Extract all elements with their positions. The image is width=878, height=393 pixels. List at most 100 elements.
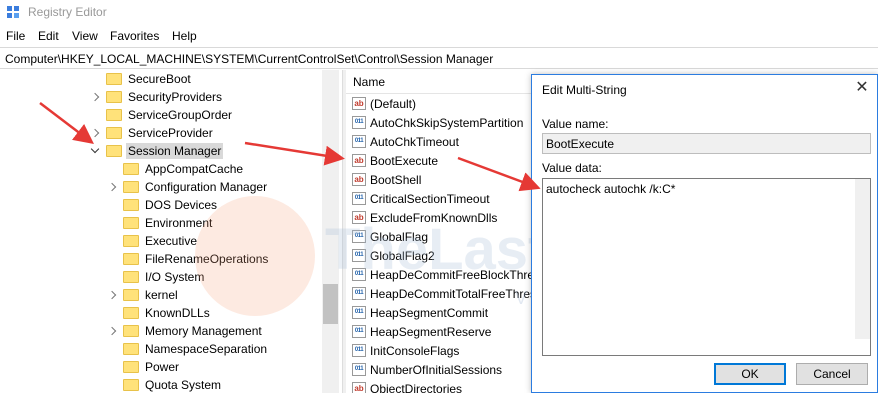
value-row[interactable]: 011 InitConsoleFlags — [352, 341, 459, 360]
value-row[interactable]: 011 HeapSegmentCommit — [352, 303, 488, 322]
menu-help[interactable]: Help — [172, 29, 197, 43]
value-row[interactable]: 011 NumberOfInitialSessions — [352, 360, 502, 379]
binary-value-icon: 011 — [352, 344, 366, 357]
chevron-down-icon[interactable] — [90, 146, 100, 156]
folder-icon — [106, 91, 122, 103]
value-row[interactable]: 011 HeapSegmentReserve — [352, 322, 491, 341]
tree-item[interactable]: I/O System — [107, 268, 206, 286]
menu-view[interactable]: View — [72, 29, 98, 43]
column-name-header[interactable]: Name — [353, 75, 385, 89]
folder-icon — [123, 163, 139, 175]
ok-button[interactable]: OK — [714, 363, 786, 385]
value-name-label: Value name: — [542, 117, 609, 131]
binary-value-icon: 011 — [352, 116, 366, 129]
title-bar: Registry Editor — [0, 0, 878, 26]
tree-item-label: Memory Management — [145, 324, 262, 338]
value-row[interactable]: 011 AutoChkTimeout — [352, 132, 459, 151]
tree-item-label: DOS Devices — [145, 198, 218, 212]
binary-value-icon: 011 — [352, 306, 366, 319]
tree-item[interactable]: Power — [107, 358, 181, 376]
tree-item[interactable]: Environment — [107, 214, 214, 232]
tree-item[interactable]: FileRenameOperations — [107, 250, 270, 268]
value-row[interactable]: ab BootShell — [352, 170, 421, 189]
binary-value-icon: 011 — [352, 325, 366, 338]
tree-item[interactable]: KnownDLLs — [107, 304, 212, 322]
value-name: HeapSegmentCommit — [370, 305, 489, 320]
chevron-right-icon[interactable] — [90, 128, 100, 138]
tree-item[interactable]: AppCompatCache — [107, 160, 245, 178]
value-row[interactable]: 011 CriticalSectionTimeout — [352, 189, 490, 208]
value-row[interactable]: ab ExcludeFromKnownDlls — [352, 208, 497, 227]
folder-icon — [123, 217, 139, 229]
value-row[interactable]: 011 GlobalFlag2 — [352, 246, 435, 265]
tree-scrollbar-thumb[interactable] — [323, 284, 338, 324]
folder-icon — [123, 253, 139, 265]
folder-icon — [123, 199, 139, 211]
tree-item[interactable]: NamespaceSeparation — [107, 340, 269, 358]
binary-value-icon: 011 — [352, 135, 366, 148]
menu-favorites[interactable]: Favorites — [110, 29, 159, 43]
folder-icon — [123, 361, 139, 373]
value-name: AutoChkTimeout — [370, 134, 459, 149]
value-row[interactable]: 011 AutoChkSkipSystemPartition — [352, 113, 523, 132]
value-name: HeapDeCommitTotalFreeThres — [370, 286, 537, 301]
string-value-icon: ab — [352, 382, 366, 393]
value-name: ExcludeFromKnownDlls — [370, 210, 498, 225]
value-row[interactable]: ab (Default) — [352, 94, 416, 113]
dialog-title: Edit Multi-String — [542, 83, 627, 97]
value-name: InitConsoleFlags — [370, 343, 460, 358]
address-bar[interactable]: Computer\HKEY_LOCAL_MACHINE\SYSTEM\Curre… — [0, 47, 878, 69]
menu-bar: File Edit View Favorites Help — [0, 26, 878, 46]
tree-item[interactable]: Quota System — [107, 376, 223, 393]
chevron-right-icon[interactable] — [90, 92, 100, 102]
tree-item[interactable]: kernel — [107, 286, 180, 304]
value-name: ObjectDirectories — [370, 381, 463, 393]
close-icon[interactable]: ✕ — [852, 79, 872, 99]
folder-icon — [123, 271, 139, 283]
chevron-right-icon[interactable] — [107, 182, 117, 192]
tree-item[interactable]: ServiceProvider — [90, 124, 215, 142]
chevron-right-icon[interactable] — [107, 326, 117, 336]
tree-item[interactable]: DOS Devices — [107, 196, 219, 214]
cancel-button[interactable]: Cancel — [796, 363, 868, 385]
tree-item[interactable]: ServiceGroupOrder — [90, 106, 234, 124]
tree-item-label: SecureBoot — [128, 72, 191, 86]
folder-icon — [123, 325, 139, 337]
value-row[interactable]: 011 HeapDeCommitFreeBlockThres — [352, 265, 540, 284]
chevron-right-icon[interactable] — [107, 290, 117, 300]
address-path[interactable]: Computer\HKEY_LOCAL_MACHINE\SYSTEM\Curre… — [5, 52, 493, 66]
value-row[interactable]: 011 HeapDeCommitTotalFreeThres — [352, 284, 536, 303]
value-name: (Default) — [370, 96, 417, 111]
tree-item[interactable]: Session Manager — [90, 142, 224, 160]
value-data-scrollbar[interactable] — [855, 179, 870, 339]
tree-item-label: Power — [145, 360, 180, 374]
tree-scrollbar[interactable] — [322, 70, 339, 393]
tree-item-label: Session Manager — [126, 143, 224, 159]
folder-icon — [123, 289, 139, 301]
menu-edit[interactable]: Edit — [38, 29, 59, 43]
tree-item-label: ServiceGroupOrder — [128, 108, 233, 122]
tree-item[interactable]: Configuration Manager — [107, 178, 269, 196]
folder-icon — [123, 181, 139, 193]
value-row[interactable]: 011 GlobalFlag — [352, 227, 428, 246]
tree-item[interactable]: SecureBoot — [90, 70, 193, 88]
value-data-field[interactable]: autocheck autochk /k:C* — [542, 178, 871, 356]
value-name: HeapDeCommitFreeBlockThres — [370, 267, 541, 282]
menu-file[interactable]: File — [6, 29, 25, 43]
value-row[interactable]: ab ObjectDirectories — [352, 379, 462, 393]
value-row[interactable]: ab BootExecute — [352, 151, 438, 170]
tree-item[interactable]: Memory Management — [107, 322, 264, 340]
string-value-icon: ab — [352, 97, 366, 110]
value-name: HeapSegmentReserve — [370, 324, 492, 339]
tree-item-label: ServiceProvider — [128, 126, 213, 140]
tree-item-label: Quota System — [145, 378, 222, 392]
value-name: BootExecute — [370, 153, 439, 168]
tree-item[interactable]: SecurityProviders — [90, 88, 224, 106]
tree-item-label: SecurityProviders — [128, 90, 223, 104]
tree-item-label: I/O System — [145, 270, 205, 284]
tree-item[interactable]: Executive — [107, 232, 199, 250]
registry-tree[interactable]: SecureBoot SecurityProviders ServiceGroupO… — [0, 70, 342, 393]
binary-value-icon: 011 — [352, 363, 366, 376]
registry-editor-icon — [7, 6, 19, 18]
value-name-field: BootExecute — [542, 133, 871, 154]
